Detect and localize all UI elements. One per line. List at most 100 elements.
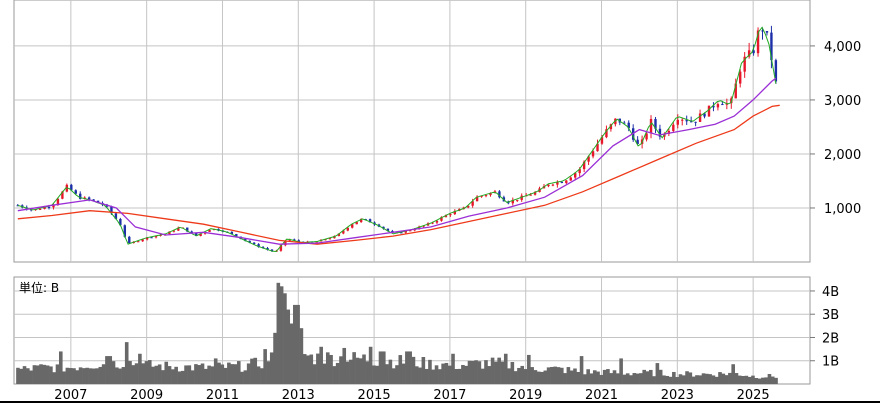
- volume-bar: [260, 368, 264, 384]
- volume-bar: [441, 363, 445, 384]
- volume-bar: [223, 367, 228, 384]
- volume-bar: [82, 368, 86, 384]
- volume-bar: [583, 374, 587, 384]
- volume-y-tick-label: 4B: [822, 285, 839, 300]
- volume-bar: [438, 369, 442, 384]
- volume-bar: [708, 374, 712, 384]
- volume-bar: [520, 365, 525, 384]
- volume-bar: [342, 347, 347, 384]
- volume-bar: [566, 367, 571, 384]
- volume-bar: [490, 357, 495, 384]
- volume-bar: [517, 367, 521, 384]
- volume-bar: [678, 374, 683, 384]
- volume-bar: [724, 375, 729, 384]
- x-tick-label: 2017: [433, 388, 466, 403]
- volume-bar: [701, 373, 706, 384]
- volume-bar: [480, 368, 485, 384]
- volume-bar: [187, 365, 192, 384]
- volume-bar: [625, 373, 630, 384]
- candle-body: [681, 119, 684, 121]
- volume-bar: [177, 371, 182, 384]
- volume-bar: [592, 370, 597, 384]
- volume-bar: [734, 373, 739, 384]
- volume-bar: [698, 375, 703, 384]
- volume-bar: [688, 372, 693, 384]
- volume-bar: [62, 371, 66, 384]
- volume-bar: [167, 366, 172, 384]
- volume-bar: [408, 351, 412, 384]
- volume-bar: [22, 366, 27, 384]
- volume-bar: [154, 365, 159, 384]
- price-y-tick-label: 2,000: [824, 148, 861, 163]
- candle-body: [694, 121, 697, 123]
- volume-bar: [629, 375, 633, 384]
- volume-bar: [550, 366, 554, 384]
- volume-bar: [470, 360, 475, 384]
- volume-bar: [606, 369, 610, 384]
- candle-body: [435, 220, 439, 223]
- candle-body: [716, 104, 720, 108]
- volume-bar: [72, 368, 76, 384]
- volume-bar: [283, 293, 287, 384]
- volume-y-tick-label: 2B: [822, 331, 839, 346]
- volume-bar: [19, 368, 24, 384]
- x-tick-label: 2023: [661, 388, 694, 403]
- candle-body: [739, 71, 742, 84]
- volume-bar: [751, 375, 755, 384]
- volume-bar: [296, 304, 300, 384]
- volume-bar: [705, 373, 709, 384]
- volume-bar: [619, 358, 623, 384]
- volume-bar: [507, 368, 511, 384]
- volume-bar: [421, 357, 426, 384]
- volume-bar: [401, 363, 406, 384]
- volume-bar: [553, 366, 557, 384]
- price-y-tick-label: 4,000: [824, 40, 861, 55]
- volume-bar: [329, 354, 333, 384]
- volume-bar: [118, 368, 122, 384]
- volume-bar: [256, 366, 261, 384]
- volume-bar: [467, 360, 472, 384]
- volume-bar: [322, 363, 327, 384]
- volume-bar: [645, 371, 650, 384]
- candle-body: [676, 119, 679, 125]
- volume-bar: [213, 358, 218, 384]
- candle-body: [765, 31, 769, 33]
- volume-bar: [85, 367, 89, 384]
- volume-bar: [632, 373, 637, 384]
- candle-body: [721, 104, 724, 106]
- volume-bar: [276, 282, 281, 384]
- volume-bar: [418, 367, 422, 384]
- volume-bar: [207, 365, 211, 384]
- x-tick-label: 2021: [585, 388, 618, 403]
- volume-bar: [42, 364, 47, 384]
- volume-bar: [306, 355, 310, 384]
- volume-bar: [88, 368, 93, 384]
- volume-bar: [385, 364, 389, 384]
- volume-bar: [741, 376, 745, 384]
- volume-bar: [533, 370, 538, 384]
- volume-bar: [731, 364, 735, 384]
- volume-bar: [197, 365, 202, 384]
- volume-bar: [602, 369, 607, 384]
- volume-bar: [91, 368, 96, 384]
- volume-bar: [368, 346, 373, 384]
- volume-bar: [559, 367, 564, 384]
- volume-bar: [536, 371, 541, 384]
- volume-bar: [424, 368, 429, 384]
- volume-bar: [194, 364, 198, 384]
- volume-bar: [398, 355, 403, 384]
- x-tick-label: 2015: [358, 388, 391, 403]
- volume-unit-label: 単位: B: [19, 280, 59, 295]
- volume-bar: [105, 356, 109, 384]
- volume-bar: [263, 349, 267, 384]
- volume-bar: [461, 364, 465, 384]
- volume-bar: [121, 367, 126, 384]
- volume-bar: [527, 354, 531, 384]
- volume-bar: [546, 367, 551, 384]
- volume-bar: [128, 361, 132, 384]
- candle-body: [672, 124, 675, 131]
- volume-bar: [335, 362, 340, 384]
- volume-bar: [579, 356, 584, 384]
- candle-body: [560, 181, 564, 183]
- volume-bar: [52, 372, 56, 384]
